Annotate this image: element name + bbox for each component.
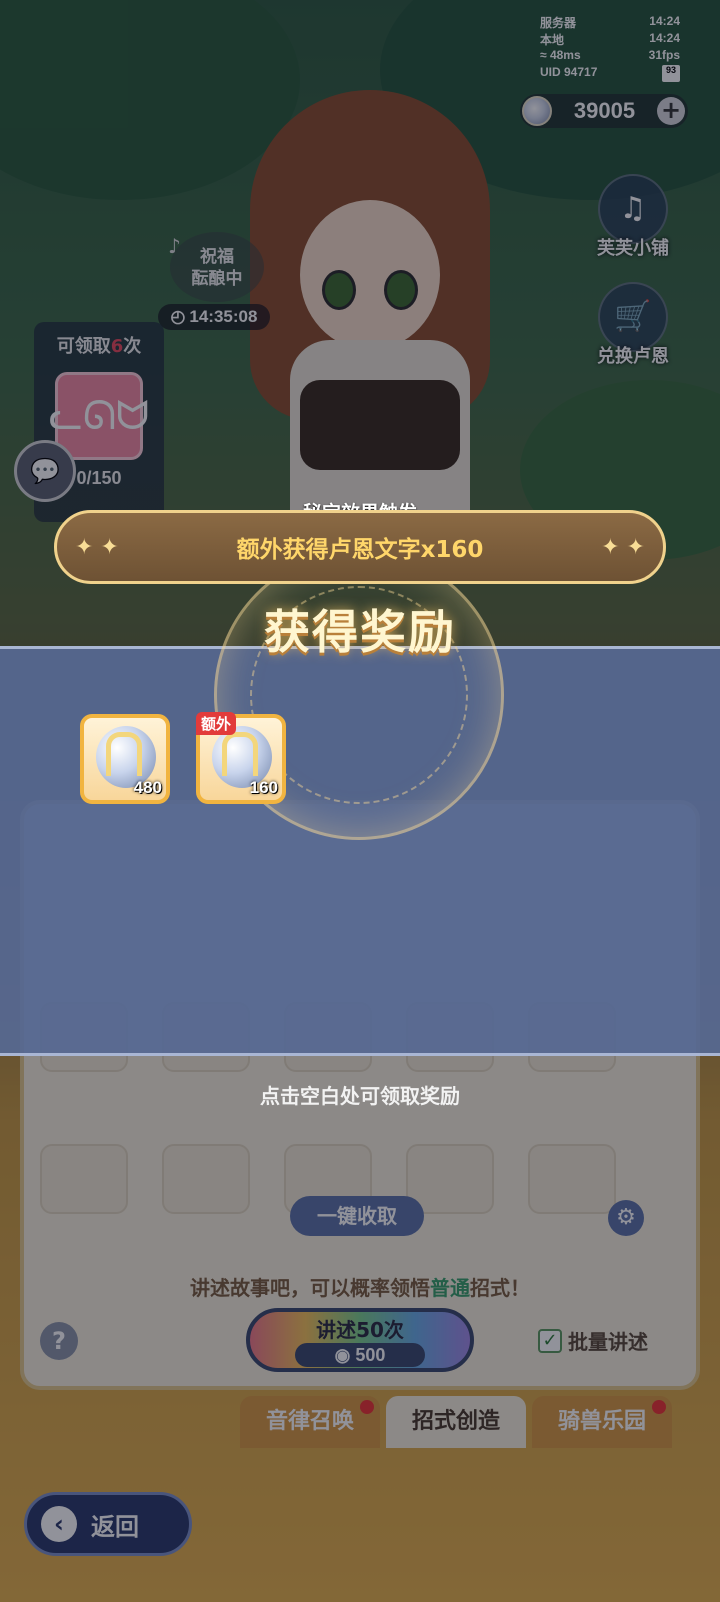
treasure-banner: ✦ ✦ 额外获得卢恩文字x160 ✦ ✦ <box>54 510 666 584</box>
rune-glyph-icon <box>106 732 142 776</box>
sparkle-icon: ✦ ✦ <box>601 534 645 560</box>
reward-item-extra[interactable]: 额外 160 <box>196 712 286 804</box>
reward-item[interactable]: 480 <box>80 714 170 804</box>
reward-items: 480 额外 160 <box>80 712 286 804</box>
extra-tag: 额外 <box>196 712 237 735</box>
reward-title: 获得奖励 <box>264 605 456 659</box>
reward-quantity: 160 <box>249 778 278 797</box>
reward-quantity: 480 <box>133 778 162 797</box>
rune-glyph-icon <box>222 732 258 776</box>
sparkle-icon: ✦ ✦ <box>75 534 119 560</box>
tap-to-claim-hint: 点击空白处可领取奖励 <box>260 1084 460 1108</box>
treasure-text: 额外获得卢恩文字x160 <box>236 537 484 563</box>
